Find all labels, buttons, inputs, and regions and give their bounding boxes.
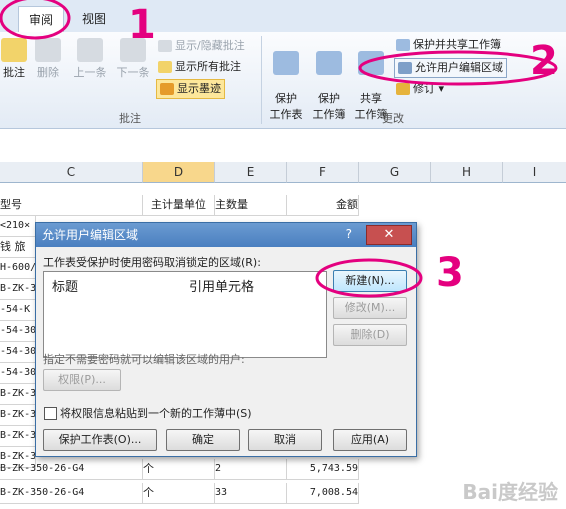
watermark: Bai度经验 [462, 480, 558, 504]
list-header-title[interactable]: 标题 [52, 276, 78, 295]
cell-d-bottom[interactable]: 个 [143, 459, 215, 480]
cell-c[interactable]: B-ZK-3 [0, 384, 36, 405]
modify-range-button[interactable]: 修改(M)... [333, 297, 407, 319]
column-header-d[interactable]: D [143, 162, 215, 183]
track-changes-button[interactable]: 修订 ▾ [396, 80, 444, 98]
cell-c[interactable]: B-ZK-3 [0, 279, 36, 300]
close-button[interactable]: ✕ [366, 225, 412, 245]
delete-range-button[interactable]: 删除(D) [333, 324, 407, 346]
show-ink-button[interactable]: 显示墨迹 [156, 79, 225, 99]
cell-c[interactable]: B-ZK-3 [0, 426, 36, 447]
cell-c[interactable]: -54-K [0, 300, 36, 321]
cell-c[interactable]: B-ZK-3 [0, 405, 36, 426]
cell-f-bottom[interactable]: 5,743.59 [287, 459, 359, 480]
changes-group-label: 更改 [382, 112, 404, 125]
apply-button[interactable]: 应用(A) [333, 429, 407, 451]
column-header-i[interactable]: I [503, 162, 566, 183]
previous-icon [77, 38, 103, 62]
protect-sheet-icon [273, 51, 299, 75]
paste-permissions-label[interactable]: 将权限信息粘贴到一个新的工作薄中(S) [60, 405, 252, 421]
ribbon-tabbar: 审阅 视图 [0, 0, 566, 33]
tab-review[interactable]: 审阅 [18, 6, 65, 33]
cell-c[interactable]: -54-30 [0, 321, 36, 342]
share-workbook-icon [358, 51, 384, 75]
delete-comment-button[interactable]: 删除 [28, 38, 68, 80]
show-all-comments-button[interactable]: 显示所有批注 [158, 58, 241, 76]
protect-share-icon [396, 39, 410, 51]
cell-c[interactable]: 钱 旅 [0, 237, 36, 258]
track-changes-icon [396, 83, 410, 95]
column-header-e[interactable]: E [215, 162, 287, 183]
tab-view[interactable]: 视图 [72, 6, 116, 32]
cell-e-bottom[interactable]: 33 [215, 483, 287, 504]
cancel-button[interactable]: 取消 [248, 429, 322, 451]
cell-c[interactable]: <210× [0, 216, 36, 237]
cell-f-bottom[interactable]: 7,008.54 [287, 483, 359, 504]
delete-icon [35, 38, 61, 62]
annotation-number: 2 [530, 38, 558, 84]
permissions-button[interactable]: 权限(P)... [43, 369, 121, 391]
ink-icon [160, 83, 174, 95]
cell-c[interactable]: -54-30 [0, 363, 36, 384]
ranges-listbox[interactable]: 标题 引用单元格 [43, 271, 327, 358]
protect-workbook-icon [316, 51, 342, 75]
cell-unit-header[interactable]: 主计量单位 [143, 195, 215, 216]
no-password-users-label: 指定不需要密码就可以编辑该区域的用户: [43, 353, 245, 366]
cell-c[interactable]: H-600/ [0, 258, 36, 279]
ribbon: 批注 删除 上一条 下一条 显示/隐藏批注 显示所有批注 显示墨迹 批注 保护 … [0, 32, 566, 129]
cell-model-header[interactable]: 型号 [0, 195, 143, 216]
show-all-comments-icon [158, 61, 172, 73]
cell-c-bottom[interactable]: B-ZK-350-26-G4 [0, 483, 143, 504]
cell-c[interactable]: -54-30 [0, 342, 36, 363]
column-header-c[interactable]: C [0, 162, 143, 183]
list-header-refers-to[interactable]: 引用单元格 [189, 276, 254, 295]
comments-group-label: 批注 [119, 112, 141, 125]
cell-d-bottom[interactable]: 个 [143, 483, 215, 504]
ok-button[interactable]: 确定 [166, 429, 240, 451]
new-range-button[interactable]: 新建(N)... [333, 270, 407, 292]
annotation-number: 3 [436, 250, 464, 296]
cell-c-bottom[interactable]: B-ZK-350-26-G4 [0, 459, 143, 480]
cell-amount-header[interactable]: 金额 [287, 195, 359, 216]
show-hide-comment-icon [158, 40, 172, 52]
protect-sheet-dialog-button[interactable]: 保护工作表(O)... [43, 429, 157, 451]
comment-icon [1, 38, 27, 62]
help-icon[interactable]: ? [346, 227, 352, 241]
cell-qty-header[interactable]: 主数量 [215, 195, 287, 216]
paste-permissions-checkbox[interactable] [44, 407, 57, 420]
cell-e-bottom[interactable]: 2 [215, 459, 287, 480]
column-header-f[interactable]: F [287, 162, 359, 183]
allow-edit-ranges-icon [398, 62, 412, 74]
annotation-number: 1 [128, 2, 156, 48]
column-header-h[interactable]: H [431, 162, 503, 183]
dialog-title: 允许用户编辑区域 [36, 223, 416, 247]
allow-edit-ranges-button[interactable]: 允许用户编辑区域 [394, 58, 507, 78]
protect-share-workbook-button[interactable]: 保护并共享工作簿 [396, 36, 501, 54]
column-header-g[interactable]: G [359, 162, 431, 183]
show-hide-comment-button[interactable]: 显示/隐藏批注 [158, 37, 245, 55]
previous-comment-button[interactable]: 上一条 [70, 38, 110, 80]
allow-edit-ranges-dialog: 允许用户编辑区域 ? ✕ 工作表受保护时使用密码取消锁定的区域(R): 标题 引… [35, 222, 417, 457]
locked-ranges-label: 工作表受保护时使用密码取消锁定的区域(R): [43, 256, 261, 269]
